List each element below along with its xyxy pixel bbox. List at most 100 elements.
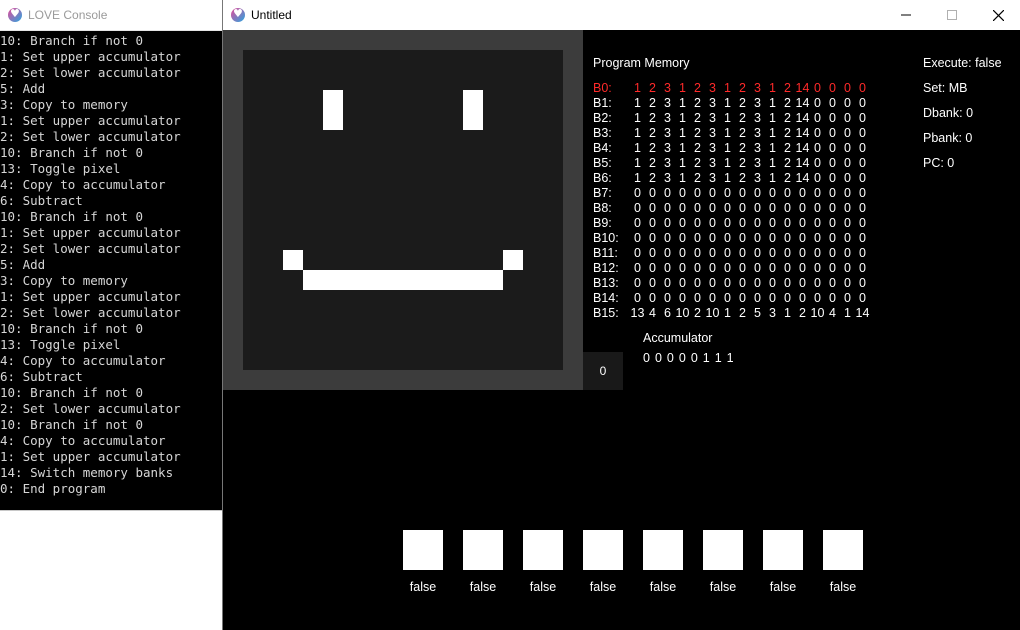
memory-cell[interactable]: 10: [810, 306, 825, 320]
memory-cell[interactable]: 14: [795, 126, 810, 140]
memory-cell[interactable]: 2: [690, 306, 705, 320]
memory-cell[interactable]: 0: [720, 231, 735, 245]
memory-cell[interactable]: 6: [660, 306, 675, 320]
memory-cell[interactable]: 0: [810, 96, 825, 110]
memory-cell[interactable]: 0: [840, 261, 855, 275]
memory-cell[interactable]: 0: [810, 171, 825, 185]
memory-cell[interactable]: 2: [735, 306, 750, 320]
memory-cell[interactable]: 3: [660, 126, 675, 140]
memory-cell[interactable]: 2: [690, 81, 705, 95]
memory-cell[interactable]: 14: [795, 156, 810, 170]
memory-cell[interactable]: 0: [855, 111, 870, 125]
memory-cell[interactable]: 0: [630, 276, 645, 290]
memory-cell[interactable]: 1: [630, 156, 645, 170]
console-titlebar[interactable]: LOVE Console: [0, 0, 222, 31]
memory-cell[interactable]: 0: [630, 186, 645, 200]
memory-cell[interactable]: 3: [705, 126, 720, 140]
memory-cell[interactable]: 10: [675, 306, 690, 320]
memory-cell[interactable]: 0: [840, 171, 855, 185]
memory-cell[interactable]: 2: [780, 141, 795, 155]
memory-cell[interactable]: 0: [855, 216, 870, 230]
memory-cell[interactable]: 0: [855, 81, 870, 95]
memory-cell[interactable]: 0: [720, 291, 735, 305]
memory-cell[interactable]: 0: [855, 171, 870, 185]
memory-cell[interactable]: 0: [780, 246, 795, 260]
memory-cell[interactable]: 0: [810, 111, 825, 125]
memory-cell[interactable]: 3: [705, 171, 720, 185]
memory-cell[interactable]: 0: [765, 246, 780, 260]
memory-cell[interactable]: 0: [705, 231, 720, 245]
memory-cell[interactable]: 3: [750, 171, 765, 185]
memory-cell[interactable]: 1: [765, 126, 780, 140]
memory-cell[interactable]: 0: [825, 231, 840, 245]
io-switch[interactable]: [463, 530, 503, 570]
memory-cell[interactable]: 0: [855, 291, 870, 305]
memory-cell[interactable]: 0: [795, 246, 810, 260]
memory-cell[interactable]: 0: [690, 276, 705, 290]
memory-cell[interactable]: 0: [840, 186, 855, 200]
memory-cell[interactable]: 1: [765, 171, 780, 185]
memory-cell[interactable]: 0: [630, 201, 645, 215]
memory-cell[interactable]: 0: [765, 186, 780, 200]
memory-cell[interactable]: 3: [750, 141, 765, 155]
memory-cell[interactable]: 0: [690, 261, 705, 275]
memory-cell[interactable]: 1: [720, 81, 735, 95]
memory-cell[interactable]: 0: [690, 291, 705, 305]
memory-cell[interactable]: 14: [795, 96, 810, 110]
memory-cell[interactable]: 0: [840, 156, 855, 170]
memory-cell[interactable]: 0: [630, 261, 645, 275]
memory-cell[interactable]: 0: [840, 126, 855, 140]
memory-cell[interactable]: 0: [825, 96, 840, 110]
memory-cell[interactable]: 2: [645, 126, 660, 140]
memory-cell[interactable]: 1: [630, 111, 645, 125]
memory-cell[interactable]: 0: [810, 126, 825, 140]
memory-cell[interactable]: 0: [855, 231, 870, 245]
input-value-box[interactable]: 0: [583, 352, 623, 390]
memory-cell[interactable]: 0: [855, 141, 870, 155]
memory-cell[interactable]: 1: [840, 306, 855, 320]
memory-cell[interactable]: 0: [840, 291, 855, 305]
memory-cell[interactable]: 14: [855, 306, 870, 320]
memory-cell[interactable]: 0: [750, 291, 765, 305]
memory-cell[interactable]: 0: [660, 186, 675, 200]
memory-cell[interactable]: 14: [795, 141, 810, 155]
memory-cell[interactable]: 0: [840, 246, 855, 260]
memory-cell[interactable]: 0: [660, 291, 675, 305]
io-switch[interactable]: [643, 530, 683, 570]
memory-cell[interactable]: 2: [780, 111, 795, 125]
memory-cell[interactable]: 0: [840, 111, 855, 125]
memory-cell[interactable]: 0: [810, 246, 825, 260]
memory-cell[interactable]: 2: [690, 96, 705, 110]
memory-cell[interactable]: 0: [675, 216, 690, 230]
memory-cell[interactable]: 1: [675, 156, 690, 170]
close-button[interactable]: [975, 0, 1020, 30]
memory-cell[interactable]: 0: [810, 81, 825, 95]
memory-cell[interactable]: 0: [795, 276, 810, 290]
memory-cell[interactable]: 1: [720, 171, 735, 185]
memory-cell[interactable]: 0: [750, 216, 765, 230]
memory-cell[interactable]: 1: [765, 81, 780, 95]
memory-cell[interactable]: 0: [840, 141, 855, 155]
memory-cell[interactable]: 2: [780, 156, 795, 170]
memory-cell[interactable]: 0: [780, 261, 795, 275]
memory-cell[interactable]: 0: [690, 201, 705, 215]
io-switch[interactable]: [703, 530, 743, 570]
memory-cell[interactable]: 1: [720, 111, 735, 125]
memory-cell[interactable]: 0: [825, 156, 840, 170]
memory-cell[interactable]: 0: [705, 186, 720, 200]
memory-cell[interactable]: 2: [690, 111, 705, 125]
memory-cell[interactable]: 0: [720, 186, 735, 200]
memory-cell[interactable]: 0: [855, 186, 870, 200]
io-switch[interactable]: [403, 530, 443, 570]
memory-cell[interactable]: 0: [735, 246, 750, 260]
memory-cell[interactable]: 3: [750, 126, 765, 140]
memory-cell[interactable]: 0: [705, 216, 720, 230]
memory-cell[interactable]: 3: [660, 156, 675, 170]
memory-cell[interactable]: 0: [675, 291, 690, 305]
io-switch[interactable]: [583, 530, 623, 570]
memory-cell[interactable]: 0: [630, 291, 645, 305]
memory-cell[interactable]: 0: [825, 276, 840, 290]
memory-cell[interactable]: 0: [675, 186, 690, 200]
memory-cell[interactable]: 2: [690, 156, 705, 170]
memory-cell[interactable]: 0: [645, 291, 660, 305]
